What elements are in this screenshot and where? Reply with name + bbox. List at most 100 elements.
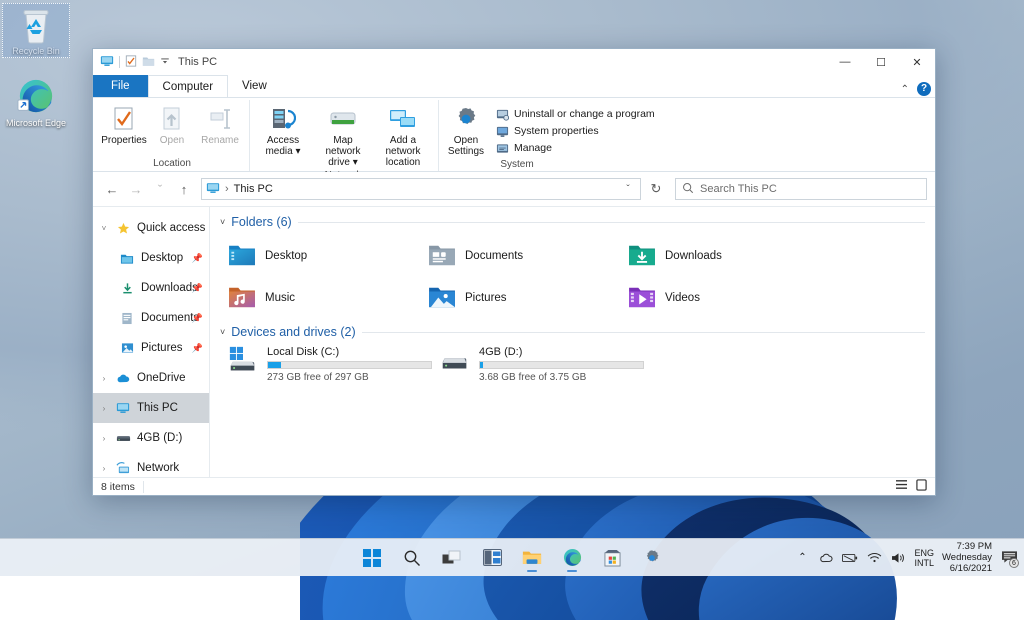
rename-button[interactable]: Rename bbox=[197, 103, 243, 148]
ribbon-controls[interactable]: ⌃ ? bbox=[901, 82, 931, 96]
refresh-button[interactable]: ↻ bbox=[645, 178, 667, 200]
map-network-drive-button[interactable]: Map network drive ▾ bbox=[314, 103, 372, 170]
address-dropdown-button[interactable]: ˇ bbox=[620, 178, 636, 200]
address-bar[interactable]: › This PC ˇ bbox=[201, 178, 641, 200]
sidebar-item-pictures[interactable]: Pictures 📌 bbox=[93, 333, 209, 363]
this-pc-icon bbox=[206, 181, 220, 198]
chevron-right-icon[interactable]: › bbox=[99, 374, 109, 383]
widgets-button[interactable] bbox=[479, 543, 505, 573]
collapse-ribbon-icon[interactable]: ⌃ bbox=[901, 84, 909, 95]
properties-icon[interactable] bbox=[125, 55, 137, 70]
active-indicator bbox=[567, 570, 577, 572]
recent-locations-button[interactable]: ˇ bbox=[149, 178, 171, 200]
help-icon[interactable]: ? bbox=[917, 82, 931, 96]
tab-computer[interactable]: Computer bbox=[148, 75, 229, 97]
task-view-button[interactable] bbox=[439, 543, 465, 573]
chevron-down-icon[interactable]: ˅ bbox=[220, 217, 225, 227]
pin-icon[interactable]: 📌 bbox=[192, 253, 203, 264]
group-header-devices-and-drives[interactable]: ˅ Devices and drives (2) bbox=[220, 325, 925, 339]
forward-button[interactable]: → bbox=[125, 178, 147, 200]
start-button[interactable] bbox=[359, 543, 385, 573]
close-button[interactable]: ✕ bbox=[899, 49, 935, 75]
access-media-button[interactable]: Access media ▾ bbox=[254, 103, 312, 159]
chevron-down-icon[interactable]: ˅ bbox=[99, 224, 109, 233]
ribbon-tab-strip[interactable]: File Computer View ⌃ ? bbox=[93, 75, 935, 97]
button-label: Manage bbox=[514, 142, 552, 154]
network-icon bbox=[115, 460, 131, 476]
button-label: Rename bbox=[201, 135, 239, 146]
window-controls[interactable]: — ☐ ✕ bbox=[827, 49, 935, 75]
drive-label: Local Disk (C:) bbox=[267, 346, 432, 358]
maximize-button[interactable]: ☐ bbox=[863, 49, 899, 75]
breadcrumb-current[interactable]: This PC bbox=[234, 183, 273, 195]
new-folder-icon[interactable] bbox=[142, 55, 155, 70]
add-network-location-button[interactable]: Add a network location bbox=[374, 103, 432, 170]
this-pc-icon[interactable] bbox=[100, 54, 114, 71]
open-settings-button[interactable]: Open Settings bbox=[443, 103, 489, 159]
wifi-icon[interactable] bbox=[866, 550, 882, 566]
microsoft-store-button[interactable] bbox=[599, 543, 625, 573]
back-button[interactable]: ← bbox=[101, 178, 123, 200]
desktop-icon-microsoft-edge[interactable]: Microsoft Edge bbox=[4, 78, 68, 128]
open-button[interactable]: Open bbox=[149, 103, 195, 148]
customize-dropdown-icon[interactable] bbox=[160, 55, 170, 69]
file-explorer-button[interactable] bbox=[519, 543, 545, 573]
view-mode-buttons[interactable] bbox=[895, 479, 927, 494]
breadcrumb[interactable]: › This PC bbox=[206, 181, 273, 198]
folder-item-music[interactable]: Music bbox=[220, 277, 420, 319]
search-button[interactable] bbox=[399, 543, 425, 573]
sidebar-item-quick-access[interactable]: ˅ Quick access bbox=[93, 213, 209, 243]
chevron-right-icon[interactable]: › bbox=[99, 464, 109, 473]
large-icons-view-icon[interactable] bbox=[916, 479, 927, 494]
onedrive-icon[interactable] bbox=[818, 550, 834, 566]
folder-item-documents[interactable]: Documents bbox=[420, 235, 620, 277]
tab-view[interactable]: View bbox=[228, 75, 281, 97]
up-button[interactable]: ↑ bbox=[173, 178, 195, 200]
pin-icon[interactable]: 📌 bbox=[192, 313, 203, 324]
sidebar-item-documents[interactable]: Documents 📌 bbox=[93, 303, 209, 333]
title-bar[interactable]: This PC — ☐ ✕ bbox=[93, 49, 935, 75]
notification-center-button[interactable]: 6 bbox=[1000, 549, 1018, 567]
sidebar-item-downloads[interactable]: Downloads 📌 bbox=[93, 273, 209, 303]
clock[interactable]: 7:39 PM Wednesday 6/16/2021 bbox=[942, 541, 992, 574]
desktop-icon-recycle-bin[interactable]: Recycle Bin bbox=[4, 6, 68, 56]
pin-icon[interactable]: 📌 bbox=[192, 283, 203, 294]
drive-item-4gb-d[interactable]: 4GB (D:) 3.68 GB free of 3.75 GB bbox=[432, 345, 644, 385]
tab-file[interactable]: File bbox=[93, 75, 148, 97]
chevron-down-icon[interactable]: ˅ bbox=[220, 327, 225, 337]
sidebar-item-label: Quick access bbox=[137, 222, 205, 234]
volume-icon[interactable] bbox=[890, 550, 906, 566]
folder-label: Music bbox=[265, 292, 295, 304]
folder-item-downloads[interactable]: Downloads bbox=[620, 235, 820, 277]
sidebar-item-4gb-d[interactable]: › 4GB (D:) bbox=[93, 423, 209, 453]
chevron-right-icon[interactable]: › bbox=[99, 434, 109, 443]
microsoft-edge-button[interactable] bbox=[559, 543, 585, 573]
details-view-icon[interactable] bbox=[895, 479, 908, 494]
sidebar-item-desktop[interactable]: Desktop 📌 bbox=[93, 243, 209, 273]
group-header-label: Devices and drives (2) bbox=[231, 325, 355, 339]
uninstall-program-button[interactable]: Uninstall or change a program bbox=[495, 107, 655, 121]
properties-button[interactable]: Properties bbox=[101, 103, 147, 148]
folder-item-pictures[interactable]: Pictures bbox=[420, 277, 620, 319]
drives-grid: Local Disk (C:) 273 GB free of 297 GB bbox=[220, 345, 925, 385]
language-indicator[interactable]: ENG INTL bbox=[914, 548, 934, 568]
drive-item-local-disk-c[interactable]: Local Disk (C:) 273 GB free of 297 GB bbox=[220, 345, 432, 385]
search-input[interactable]: Search This PC bbox=[675, 178, 927, 200]
folder-item-desktop[interactable]: Desktop bbox=[220, 235, 420, 277]
sidebar-item-onedrive[interactable]: › OneDrive bbox=[93, 363, 209, 393]
minimize-button[interactable]: — bbox=[827, 49, 863, 75]
show-hidden-icons-button[interactable]: ⌃ bbox=[794, 550, 810, 566]
chevron-right-icon[interactable]: › bbox=[99, 404, 109, 413]
sidebar-item-this-pc[interactable]: › This PC bbox=[93, 393, 209, 423]
group-header-folders[interactable]: ˅ Folders (6) bbox=[220, 215, 925, 229]
battery-icon[interactable] bbox=[842, 550, 858, 566]
file-list-view[interactable]: ˅ Folders (6) Desktop Documents bbox=[210, 207, 935, 477]
pin-icon[interactable]: 📌 bbox=[192, 343, 203, 354]
system-properties-button[interactable]: System properties bbox=[495, 124, 655, 138]
folder-item-videos[interactable]: Videos bbox=[620, 277, 820, 319]
address-bar-actions[interactable]: ˇ bbox=[620, 178, 636, 200]
manage-button[interactable]: Manage bbox=[495, 141, 655, 155]
quick-access-toolbar[interactable] bbox=[100, 54, 170, 71]
sidebar-item-network[interactable]: › Network bbox=[93, 453, 209, 477]
settings-button[interactable] bbox=[639, 543, 665, 573]
